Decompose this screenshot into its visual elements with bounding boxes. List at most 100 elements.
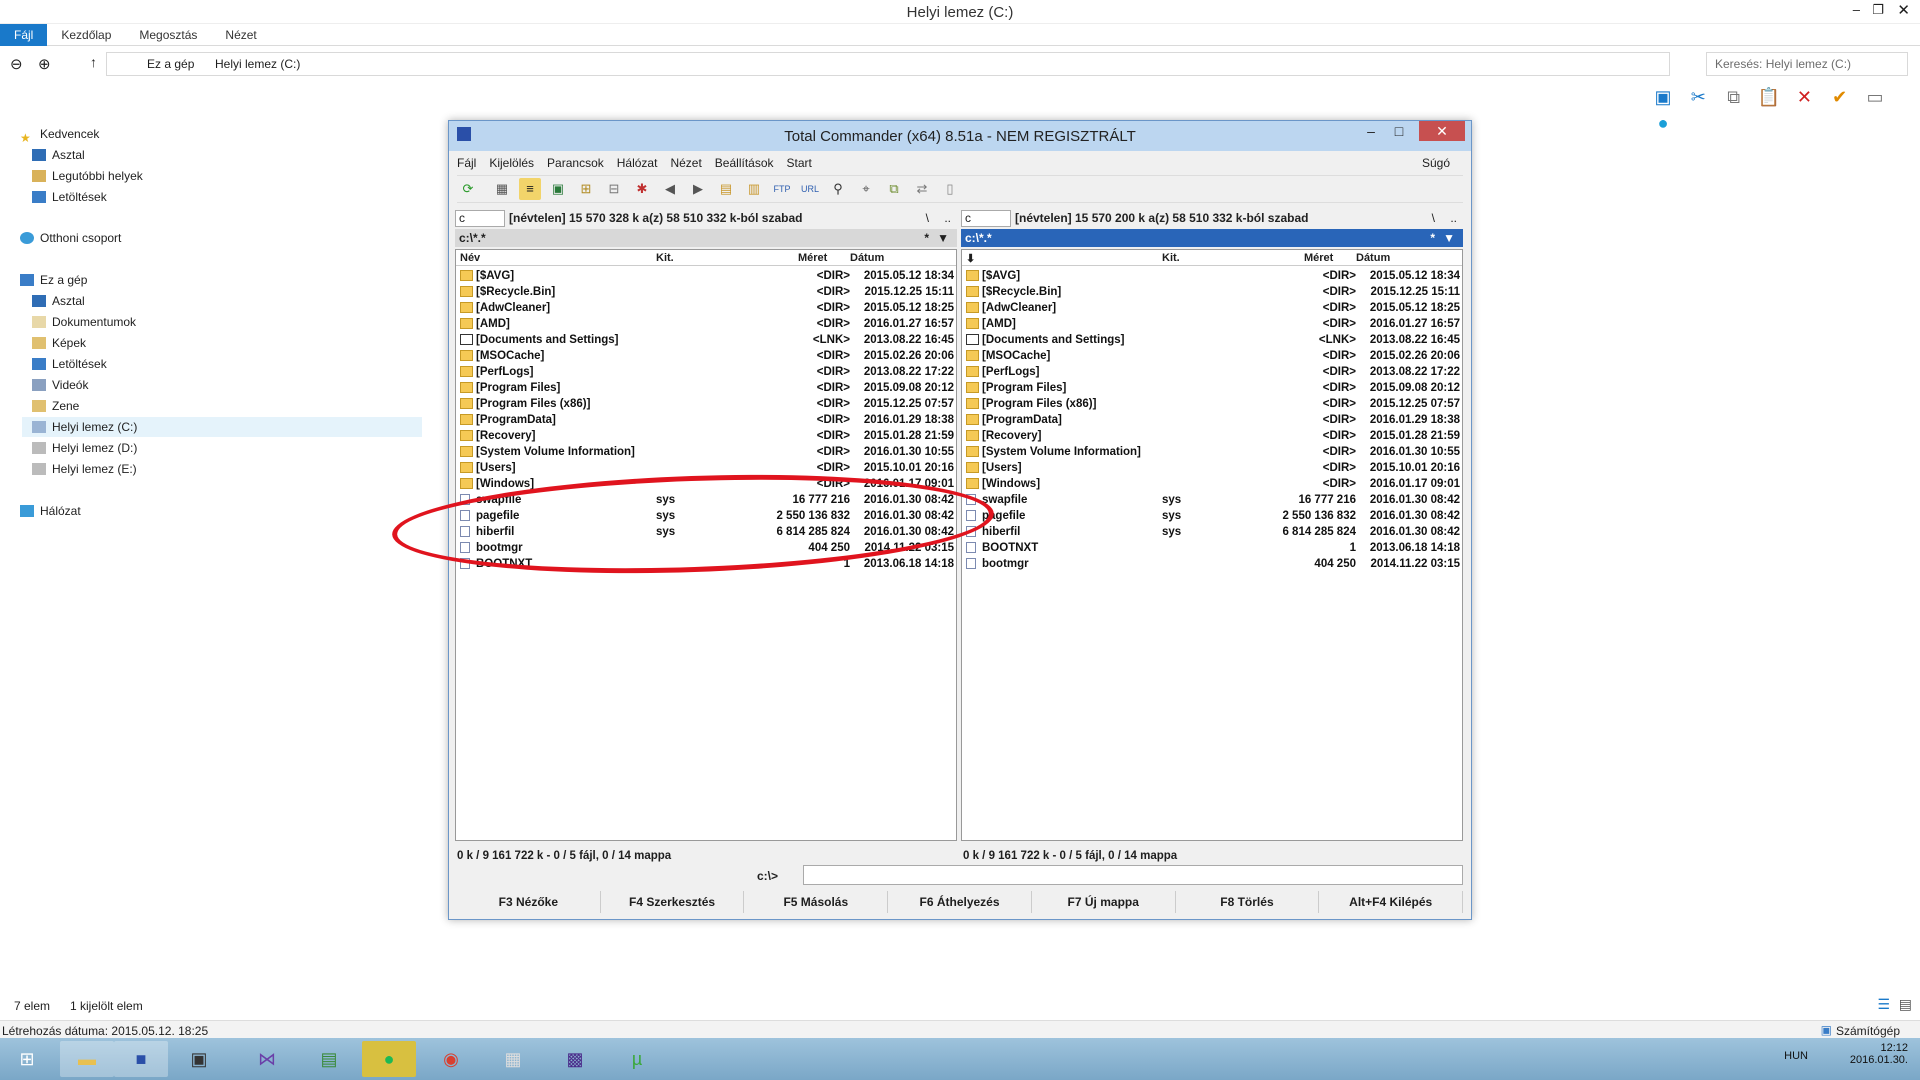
f7-newfolder-button[interactable]: F7 Új mappa — [1032, 891, 1176, 913]
layout-icon[interactable]: ▣ — [1650, 84, 1676, 110]
file-row[interactable]: [Users] <DIR> 2015.10.01 20:16 — [456, 460, 956, 476]
nav-pc-downloads[interactable]: Letöltések — [32, 354, 107, 374]
nav-favorites[interactable]: ★ Kedvencek — [20, 124, 99, 145]
file-row[interactable]: [Recovery] <DIR> 2015.01.28 21:59 — [962, 428, 1462, 444]
right-path[interactable]: c:\*.* * ▼ — [961, 229, 1463, 247]
f6-move-button[interactable]: F6 Áthelyezés — [888, 891, 1032, 913]
lang-indicator[interactable]: HUN — [1784, 1050, 1808, 1062]
file-row[interactable]: swapfile sys 16 777 216 2016.01.30 08:42 — [962, 492, 1462, 508]
nav-fav-recent[interactable]: Legutóbbi helyek — [32, 166, 143, 186]
file-row[interactable]: [ProgramData] <DIR> 2016.01.29 18:38 — [962, 412, 1462, 428]
tab-file[interactable]: Fájl — [0, 23, 48, 46]
delete-icon[interactable]: ✕ — [1791, 84, 1817, 110]
tab-home[interactable]: Kezdőlap — [47, 24, 125, 46]
details-view-icon[interactable]: ☰ — [1877, 996, 1890, 1013]
taskbar-calculator[interactable]: ▦ — [486, 1041, 540, 1077]
tab-share[interactable]: Megosztás — [125, 24, 211, 46]
right-file-list[interactable]: ⬇ Kit. Méret Dátum [$AVG] <DIR> 2015.05.12… — [961, 249, 1463, 841]
col-size[interactable]: Méret — [1304, 252, 1333, 264]
f3-view-button[interactable]: F3 Nézőke — [457, 891, 601, 913]
search-input[interactable]: Keresés: Helyi lemez (C:) — [1706, 52, 1908, 76]
left-path[interactable]: c:\*.* * ▼ — [455, 229, 957, 247]
file-row[interactable]: [AMD] <DIR> 2016.01.27 16:57 — [962, 316, 1462, 332]
nav-drive-d[interactable]: Helyi lemez (D:) — [32, 438, 137, 458]
file-row[interactable]: pagefile sys 2 550 136 832 2016.01.30 08:42 — [962, 508, 1462, 524]
nav-drive-e[interactable]: Helyi lemez (E:) — [32, 459, 137, 479]
copy-icon[interactable]: ⧉ — [1721, 84, 1747, 110]
cmd-input[interactable] — [803, 865, 1463, 885]
menu-settings[interactable]: Beállítások — [715, 156, 774, 170]
parent-button[interactable]: .. — [1450, 211, 1457, 225]
f4-edit-button[interactable]: F4 Szerkesztés — [601, 891, 745, 913]
globe-icon[interactable]: ● — [1650, 110, 1676, 136]
tc-close-button[interactable]: ✕ — [1419, 121, 1465, 141]
nav-pc-pictures[interactable]: Képek — [32, 333, 86, 353]
file-row[interactable]: [$AVG] <DIR> 2015.05.12 18:34 — [962, 268, 1462, 284]
file-row[interactable]: [Windows] <DIR> 2016.01.17 09:01 — [962, 476, 1462, 492]
file-row[interactable]: [AMD] <DIR> 2016.01.27 16:57 — [456, 316, 956, 332]
file-row[interactable]: [Documents and Settings] <LNK> 2013.08.22 … — [962, 332, 1462, 348]
col-name[interactable]: Név — [460, 252, 480, 264]
close-icon[interactable]: ✕ — [1897, 1, 1910, 19]
file-row[interactable]: hiberfil sys 6 814 285 824 2016.01.30 08:42 — [962, 524, 1462, 540]
breadcrumb-drive[interactable]: Helyi lemez (C:) — [215, 57, 300, 71]
filter-icon[interactable]: ✱ — [631, 178, 653, 200]
large-icons-view-icon[interactable]: ▤ — [1899, 996, 1912, 1013]
file-row[interactable]: [Program Files] <DIR> 2015.09.08 20:12 — [456, 380, 956, 396]
menu-start[interactable]: Start — [787, 156, 812, 170]
tc-minimize-icon[interactable]: – — [1357, 123, 1385, 141]
taskbar-app-green[interactable]: ▤ — [302, 1041, 356, 1077]
menu-help[interactable]: Súgó — [1422, 156, 1450, 170]
paste-icon[interactable]: 📋 — [1756, 84, 1782, 110]
back-arrow-icon[interactable]: ◀ — [659, 178, 681, 200]
taskbar-visual-studio[interactable]: ⋈ — [240, 1041, 294, 1077]
nav-pc-videos[interactable]: Videók — [32, 375, 88, 395]
file-row[interactable]: [Program Files (x86)] <DIR> 2015.12.25 07:… — [962, 396, 1462, 412]
col-ext[interactable]: Kit. — [1162, 252, 1180, 264]
col-date[interactable]: Dátum — [850, 252, 884, 264]
menu-select[interactable]: Kijelölés — [489, 156, 534, 170]
right-drive-select[interactable]: c — [961, 210, 1011, 227]
file-row[interactable]: [AdwCleaner] <DIR> 2015.05.12 18:25 — [962, 300, 1462, 316]
nav-pc-desktop[interactable]: Asztal — [32, 291, 85, 311]
taskbar-utorrent[interactable]: µ — [610, 1041, 664, 1077]
file-row[interactable]: [PerfLogs] <DIR> 2013.08.22 17:22 — [456, 364, 956, 380]
nav-this-pc[interactable]: Ez a gép — [20, 270, 87, 290]
menu-network[interactable]: Hálózat — [617, 156, 658, 170]
taskbar-app-99[interactable]: ▣ — [172, 1041, 226, 1077]
root-button[interactable]: \ — [1432, 211, 1435, 225]
restore-icon[interactable]: ❐ — [1872, 2, 1884, 18]
unpack-icon[interactable]: ▥ — [743, 178, 765, 200]
brief-view-icon[interactable]: ▦ — [491, 178, 513, 200]
file-row[interactable]: [$Recycle.Bin] <DIR> 2015.12.25 15:11 — [456, 284, 956, 300]
col-ext[interactable]: Kit. — [656, 252, 674, 264]
file-row[interactable]: [MSOCache] <DIR> 2015.02.26 20:06 — [456, 348, 956, 364]
sync-icon[interactable]: ⇄ — [911, 178, 933, 200]
file-row[interactable]: [Program Files (x86)] <DIR> 2015.12.25 07:… — [456, 396, 956, 412]
nav-pc-music[interactable]: Zene — [32, 396, 79, 416]
file-row[interactable]: bootmgr 404 250 2014.11.22 03:15 — [962, 556, 1462, 572]
left-drive-select[interactable]: c — [455, 210, 505, 227]
file-row[interactable]: [Documents and Settings] <LNK> 2013.08.22 … — [456, 332, 956, 348]
menu-view[interactable]: Nézet — [670, 156, 701, 170]
col-size[interactable]: Méret — [798, 252, 827, 264]
address-bar[interactable]: Ez a gép Helyi lemez (C:) — [106, 52, 1670, 76]
file-row[interactable]: [System Volume Information] <DIR> 2016.01.… — [962, 444, 1462, 460]
nav-homegroup[interactable]: Otthoni csoport — [20, 228, 121, 248]
file-row[interactable]: [ProgramData] <DIR> 2016.01.29 18:38 — [456, 412, 956, 428]
ftp-icon[interactable]: FTP — [771, 178, 793, 200]
file-row[interactable]: [Users] <DIR> 2015.10.01 20:16 — [962, 460, 1462, 476]
url-icon[interactable]: URL — [799, 178, 821, 200]
forward-arrow-icon[interactable]: ▶ — [687, 178, 709, 200]
file-row[interactable]: [System Volume Information] <DIR> 2016.01.… — [456, 444, 956, 460]
nav-fav-downloads[interactable]: Letöltések — [32, 187, 107, 207]
file-row[interactable]: [$Recycle.Bin] <DIR> 2015.12.25 15:11 — [962, 284, 1462, 300]
file-row[interactable]: [Program Files] <DIR> 2015.09.08 20:12 — [962, 380, 1462, 396]
file-row[interactable]: [Recovery] <DIR> 2015.01.28 21:59 — [456, 428, 956, 444]
nav-pc-documents[interactable]: Dokumentumok — [32, 312, 136, 332]
compare-icon[interactable]: ⧉ — [883, 178, 905, 200]
file-row[interactable]: [$AVG] <DIR> 2015.05.12 18:34 — [456, 268, 956, 284]
file-row[interactable]: [MSOCache] <DIR> 2015.02.26 20:06 — [962, 348, 1462, 364]
file-row[interactable]: [PerfLogs] <DIR> 2013.08.22 17:22 — [962, 364, 1462, 380]
file-row[interactable]: BOOTNXT 1 2013.06.18 14:18 — [962, 540, 1462, 556]
